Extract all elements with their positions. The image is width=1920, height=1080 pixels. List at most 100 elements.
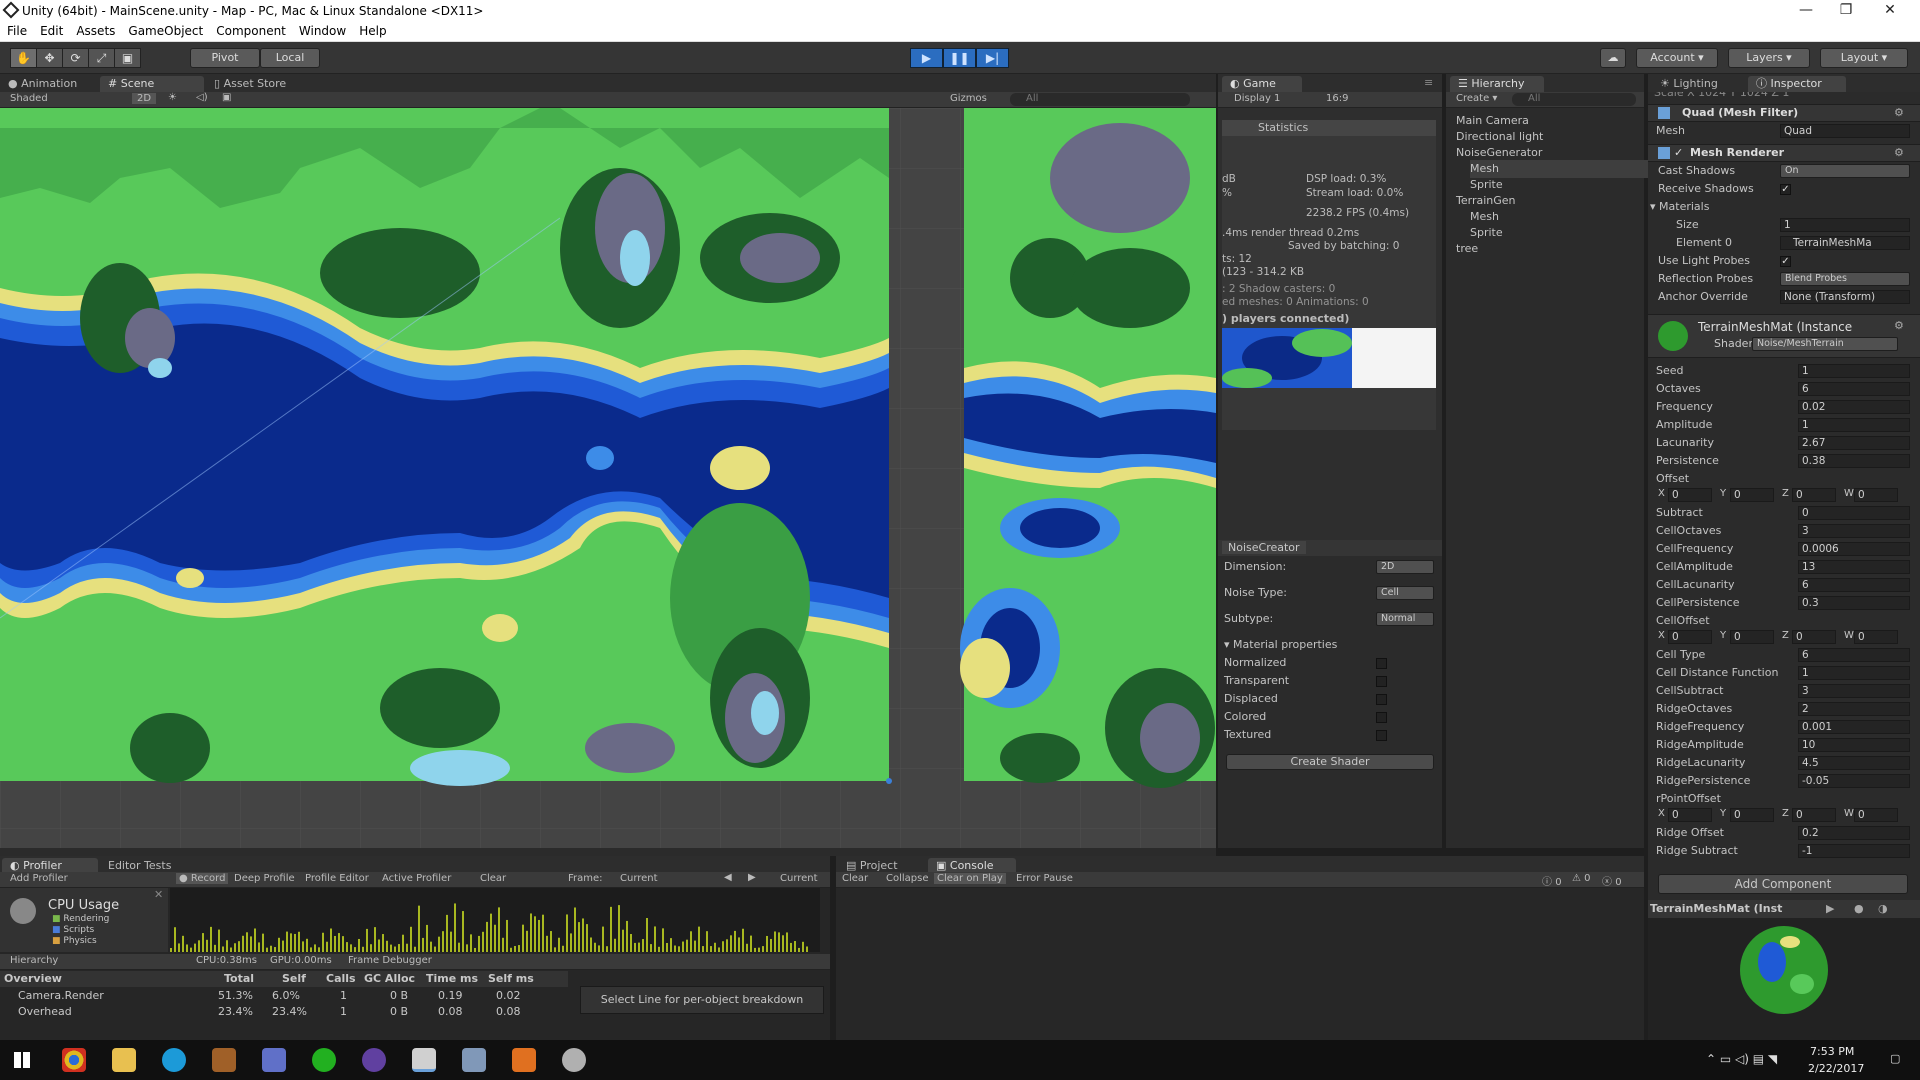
mesh-renderer-enabled-checkbox[interactable]: ✓ bbox=[1674, 145, 1683, 161]
mesh-renderer-header[interactable]: ✓ Mesh Renderer ⚙ bbox=[1648, 144, 1920, 162]
flag-transparent-checkbox[interactable] bbox=[1376, 676, 1387, 687]
twitch-icon[interactable] bbox=[362, 1048, 386, 1072]
tab-animation[interactable]: ● Animation bbox=[0, 76, 100, 92]
material-prop-field[interactable]: 4.5 bbox=[1798, 756, 1910, 770]
play-button[interactable]: ▶ bbox=[910, 48, 943, 68]
scene-search-input[interactable]: All bbox=[1010, 93, 1190, 106]
add-component-button[interactable]: Add Component bbox=[1658, 874, 1908, 894]
preview-sphere-icon[interactable]: ● bbox=[1854, 900, 1864, 918]
file-explorer-icon[interactable] bbox=[112, 1048, 136, 1072]
record-toggle[interactable]: ● Record bbox=[176, 873, 229, 884]
vector-component-field[interactable]: 0 bbox=[1668, 488, 1712, 502]
material-prop-field[interactable]: 2.67 bbox=[1798, 436, 1910, 450]
anchor-override-field[interactable]: None (Transform) bbox=[1780, 290, 1910, 304]
hierarchy-item[interactable]: tree bbox=[1456, 240, 1636, 258]
layout-dropdown[interactable]: Layout ▾ bbox=[1820, 48, 1908, 68]
shader-dropdown[interactable]: Noise/MeshTerrain bbox=[1752, 337, 1898, 351]
material-settings-icon[interactable]: ⚙ bbox=[1894, 319, 1904, 332]
preview-light-icon[interactable]: ◑ bbox=[1878, 900, 1888, 918]
materials-foldout[interactable]: ▾ Materials bbox=[1650, 198, 1709, 216]
material-prop-field[interactable]: 0.02 bbox=[1798, 400, 1910, 414]
size-field[interactable]: 1 bbox=[1780, 218, 1910, 232]
frame-debugger-button[interactable]: Frame Debugger bbox=[348, 955, 432, 966]
mesh-field[interactable]: Quad bbox=[1780, 124, 1910, 138]
flag-textured-checkbox[interactable] bbox=[1376, 730, 1387, 741]
windows-start-icon[interactable] bbox=[14, 1052, 30, 1068]
discord-icon[interactable] bbox=[262, 1048, 286, 1072]
vector-component-field[interactable]: 0 bbox=[1854, 630, 1898, 644]
col-gc-alloc[interactable]: GC Alloc bbox=[364, 972, 415, 985]
console-collapse-button[interactable]: Collapse bbox=[886, 873, 929, 884]
material-prop-field[interactable]: 3 bbox=[1798, 524, 1910, 538]
system-tray-icons[interactable]: ⌃ ▭ ◁) ▤ ◥ bbox=[1706, 1052, 1777, 1066]
pause-button[interactable]: ❚❚ bbox=[943, 48, 976, 68]
table-row[interactable]: Camera.Render 51.3% 6.0% 1 0 B 0.19 0.02 bbox=[0, 988, 568, 1004]
app-icon[interactable] bbox=[562, 1048, 586, 1072]
maximize-button[interactable]: ❐ bbox=[1826, 2, 1866, 18]
mode-2d-toggle[interactable]: 2D bbox=[132, 93, 157, 104]
material-prop-field[interactable]: 13 bbox=[1798, 560, 1910, 574]
vector-component-field[interactable]: 0 bbox=[1668, 630, 1712, 644]
pivot-toggle[interactable]: Pivot bbox=[190, 48, 260, 68]
scene-view[interactable] bbox=[0, 108, 1216, 848]
vector-component-field[interactable]: 0 bbox=[1792, 808, 1836, 822]
col-total[interactable]: Total bbox=[224, 972, 254, 985]
flag-colored-checkbox[interactable] bbox=[1376, 712, 1387, 723]
next-frame-icon[interactable]: ▶ bbox=[748, 872, 756, 883]
col-self-ms[interactable]: Self ms bbox=[488, 972, 534, 985]
rect-tool-icon[interactable]: ▣ bbox=[114, 48, 141, 68]
game-panel-menu-icon[interactable]: ≡ bbox=[1424, 76, 1433, 89]
unity-taskbar-icon[interactable] bbox=[412, 1048, 436, 1072]
line-icon[interactable] bbox=[312, 1048, 336, 1072]
tab-hierarchy[interactable]: ☰ Hierarchy bbox=[1450, 76, 1544, 92]
app-icon[interactable] bbox=[462, 1048, 486, 1072]
current-frame-button[interactable]: Current bbox=[780, 873, 818, 884]
tab-scene[interactable]: # Scene bbox=[100, 76, 204, 92]
notifications-icon[interactable]: ▢ bbox=[1890, 1052, 1900, 1065]
dimension-dropdown[interactable]: 2D bbox=[1376, 560, 1434, 574]
receive-shadows-checkbox[interactable]: ✓ bbox=[1780, 184, 1791, 195]
profiler-clear-button[interactable]: Clear bbox=[480, 873, 506, 884]
vector-component-field[interactable]: 0 bbox=[1854, 808, 1898, 822]
deep-profile-toggle[interactable]: Deep Profile bbox=[234, 873, 295, 884]
shading-mode-dropdown[interactable]: Shaded bbox=[10, 93, 48, 104]
flag-normalized-checkbox[interactable] bbox=[1376, 658, 1387, 669]
lighting-toggle-icon[interactable]: ☀ bbox=[168, 92, 177, 103]
material-prop-field[interactable]: 0.001 bbox=[1798, 720, 1910, 734]
table-row[interactable]: Overhead 23.4% 23.4% 1 0 B 0.08 0.08 bbox=[0, 1004, 568, 1020]
menu-assets[interactable]: Assets bbox=[69, 22, 121, 38]
audio-toggle-icon[interactable]: ◁) bbox=[196, 92, 208, 103]
add-profiler-dropdown[interactable]: Add Profiler bbox=[10, 873, 68, 884]
layers-dropdown[interactable]: Layers ▾ bbox=[1728, 48, 1810, 68]
material-prop-field[interactable]: 3 bbox=[1798, 684, 1910, 698]
hierarchy-search-input[interactable]: All bbox=[1512, 93, 1636, 106]
material-prop-field[interactable]: 6 bbox=[1798, 382, 1910, 396]
material-prop-field[interactable]: 0.3 bbox=[1798, 596, 1910, 610]
menu-gameobject[interactable]: GameObject bbox=[121, 22, 209, 38]
col-self[interactable]: Self bbox=[282, 972, 306, 985]
tab-inspector[interactable]: ⓘ Inspector bbox=[1748, 76, 1846, 92]
col-overview[interactable]: Overview bbox=[4, 972, 62, 985]
material-prop-field[interactable]: 6 bbox=[1798, 648, 1910, 662]
tab-noise-creator[interactable]: NoiseCreator bbox=[1222, 541, 1306, 554]
material-prop-field[interactable]: 1 bbox=[1798, 418, 1910, 432]
element0-field[interactable]: TerrainMeshMa bbox=[1780, 236, 1910, 250]
error-pause-toggle[interactable]: Error Pause bbox=[1016, 873, 1073, 884]
material-prop-field[interactable]: 0.0006 bbox=[1798, 542, 1910, 556]
col-calls[interactable]: Calls bbox=[326, 972, 356, 985]
material-prop-field[interactable]: 1 bbox=[1798, 364, 1910, 378]
close-profiler-area-icon[interactable]: ✕ bbox=[154, 888, 163, 901]
menu-help[interactable]: Help bbox=[352, 22, 392, 38]
prev-frame-icon[interactable]: ◀ bbox=[724, 872, 732, 883]
app-icon[interactable] bbox=[212, 1048, 236, 1072]
material-properties-foldout[interactable]: ▾ Material properties bbox=[1224, 636, 1337, 654]
log-count-toggle[interactable]: ⓘ 0 bbox=[1542, 873, 1562, 888]
component-settings-icon[interactable]: ⚙ bbox=[1894, 145, 1904, 161]
clear-on-play-toggle[interactable]: Clear on Play bbox=[934, 873, 1006, 884]
profile-editor-toggle[interactable]: Profile Editor bbox=[305, 873, 369, 884]
minimize-button[interactable]: — bbox=[1786, 2, 1826, 18]
clock-date[interactable]: 2/22/2017 bbox=[1808, 1062, 1864, 1075]
cpu-usage-area[interactable]: CPU Usage ■ Rendering ■ Scripts ■ Physic… bbox=[0, 888, 168, 952]
material-prop-field[interactable]: 0.2 bbox=[1798, 826, 1910, 840]
material-prop-field[interactable]: 2 bbox=[1798, 702, 1910, 716]
